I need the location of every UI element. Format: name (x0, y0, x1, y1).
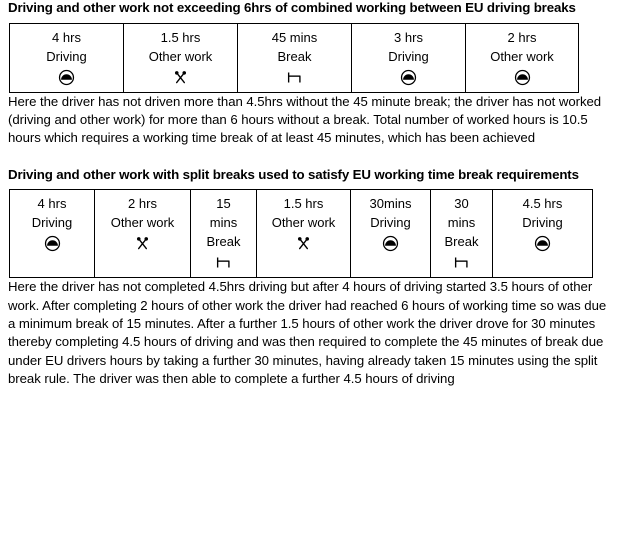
table-row: 4 hrs Driving 2 hrs Other work 15 mins B… (9, 189, 593, 279)
cell-activity: Other work (271, 215, 336, 231)
cell-activity: Driving (370, 215, 411, 231)
cell-duration: 2 hrs (507, 29, 537, 45)
cell-activity: Other work (148, 48, 213, 64)
cell-duration: 2 hrs (128, 196, 157, 212)
schedule-table-2: 4 hrs Driving 2 hrs Other work 15 mins B… (9, 189, 593, 279)
cell-activity: Other work (490, 48, 554, 64)
other-work-icon (96, 233, 189, 253)
driving-icon (11, 233, 93, 253)
cell-duration: 4 hrs (37, 196, 67, 212)
cell-duration: 3 hrs (394, 29, 423, 45)
schedule-table-1: 4 hrs Driving 1.5 hrs Other work 45 mins… (9, 22, 579, 93)
cell-duration: 30 (454, 196, 469, 212)
schedule-cell: 2 hrs Other work (94, 189, 191, 279)
cell-activity: Driving (46, 48, 87, 64)
cell-activity: Break (444, 234, 479, 250)
schedule-cell: 4 hrs Driving (9, 22, 124, 93)
driving-icon (494, 233, 591, 253)
driving-icon (11, 67, 122, 87)
driving-icon (352, 233, 429, 253)
schedule-cell: 4 hrs Driving (9, 189, 95, 279)
cell-activity: Driving (522, 215, 563, 231)
section-2-paragraph: Here the driver has not completed 4.5hrs… (8, 279, 607, 387)
break-icon (239, 67, 350, 87)
schedule-cell: 30mins Driving (350, 189, 431, 279)
schedule-cell: 4.5 hrs Driving (492, 189, 593, 279)
other-work-icon (125, 67, 236, 87)
cell-duration: 1.5 hrs (160, 29, 201, 45)
schedule-cell: 30 mins Break (430, 189, 493, 279)
section-2-heading: Driving and other work with split breaks… (8, 166, 579, 182)
schedule-cell: 1.5 hrs Other work (123, 22, 238, 93)
break-icon (192, 252, 255, 272)
cell-duration: 15 (216, 196, 231, 212)
cell-activity: Other work (110, 215, 175, 231)
cell-activity: Break (277, 48, 312, 64)
cell-activity: Driving (31, 215, 73, 231)
cell-duration: 4 hrs (52, 29, 81, 45)
cell-duration: 30mins (369, 196, 412, 212)
document-page: Driving and other work not exceeding 6hr… (0, 0, 621, 550)
table-row: 4 hrs Driving 1.5 hrs Other work 45 mins… (9, 22, 579, 93)
schedule-cell: 2 hrs Other work (465, 22, 579, 93)
cell-activity: Break (206, 234, 241, 250)
cell-duration: 4.5 hrs (522, 196, 563, 212)
cell-duration: 1.5 hrs (283, 196, 324, 212)
cell-activity: Driving (388, 48, 429, 64)
schedule-cell: 1.5 hrs Other work (256, 189, 351, 279)
other-work-icon (258, 233, 349, 253)
schedule-cell: 15 mins Break (190, 189, 257, 279)
schedule-cell: 45 mins Break (237, 22, 352, 93)
cell-duration: 45 mins (271, 29, 318, 45)
cell-duration-unit: mins (209, 215, 238, 231)
break-icon (432, 252, 491, 272)
driving-icon (353, 67, 464, 87)
cell-duration-unit: mins (447, 215, 476, 231)
driving-icon (467, 67, 577, 87)
section-1-heading: Driving and other work not exceeding 6hr… (8, 0, 576, 15)
schedule-cell: 3 hrs Driving (351, 22, 466, 93)
section-1-paragraph: Here the driver has not driven more than… (8, 93, 602, 146)
